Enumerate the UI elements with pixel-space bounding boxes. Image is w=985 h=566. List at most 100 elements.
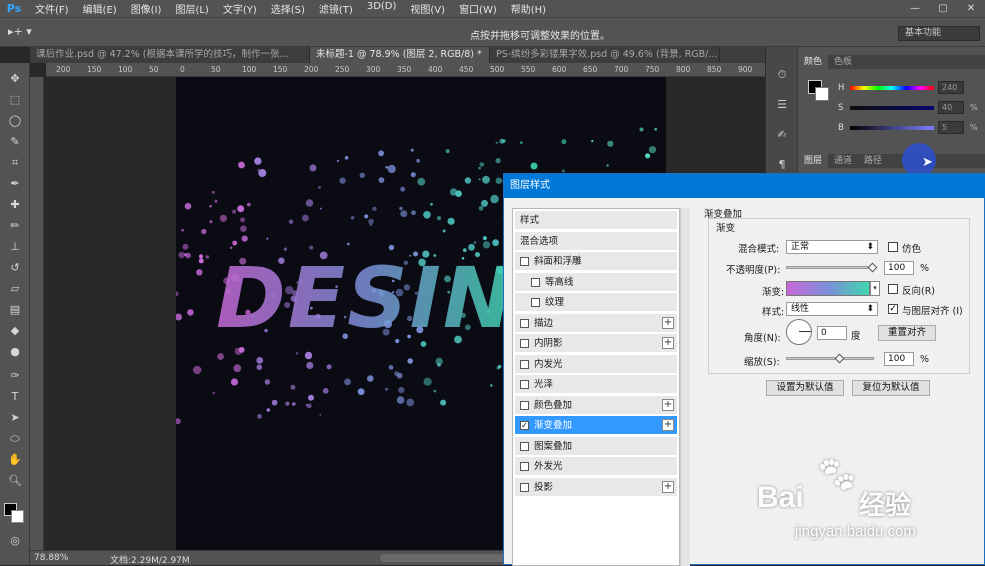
scale-input[interactable]: 100 (884, 352, 914, 366)
tab-layers[interactable]: 图层 (798, 154, 829, 168)
hue-value[interactable]: 240 (938, 81, 964, 94)
menu-item[interactable]: 图层(L) (168, 1, 215, 16)
saturation-value[interactable]: 40 (938, 101, 964, 114)
style-checkbox[interactable] (520, 318, 529, 328)
stamp-tool-icon[interactable]: ⊥ (7, 239, 23, 255)
type-tool-icon[interactable]: T (7, 389, 23, 405)
brightness-value[interactable]: 5 (938, 121, 964, 134)
hand-tool-icon[interactable]: ✋ (7, 452, 23, 468)
angle-input[interactable]: 0 (817, 326, 847, 340)
reset-alignment-button[interactable]: 重置对齐 (878, 325, 936, 341)
tab-swatches[interactable]: 色板 (828, 55, 858, 69)
tab-color[interactable]: 颜色 (798, 55, 829, 69)
tab-paths[interactable]: 路径 (858, 154, 888, 168)
make-default-button[interactable]: 设置为默认值 (766, 380, 844, 396)
style-item[interactable]: 光泽 (515, 375, 677, 394)
style-item[interactable]: 混合选项 (515, 231, 677, 251)
tab-document-3[interactable]: PS-缤纷多彩镂果字效.psd @ 49.6% (背景, RGB/... (490, 47, 720, 63)
blur-tool-icon[interactable]: ◆ (7, 323, 23, 339)
tab-channels[interactable]: 通道 (828, 154, 858, 168)
color-panel-background[interactable] (815, 87, 829, 101)
eraser-tool-icon[interactable]: ▱ (7, 281, 23, 297)
opacity-input[interactable]: 100 (884, 261, 914, 275)
marquee-tool-icon[interactable]: ⬚ (7, 92, 23, 108)
history-brush-tool-icon[interactable]: ↺ (7, 260, 23, 276)
menu-item[interactable]: 文件(F) (28, 1, 76, 16)
style-checkbox[interactable] (520, 257, 529, 266)
style-checkbox[interactable] (520, 482, 529, 492)
style-checkbox[interactable] (520, 339, 529, 348)
dither-checkbox[interactable] (888, 242, 898, 252)
shape-tool-icon[interactable]: ⬭ (7, 431, 23, 447)
brush-tool-icon[interactable]: ✏ (7, 218, 23, 234)
style-item[interactable]: 等高线 (515, 272, 677, 292)
saturation-slider[interactable] (850, 106, 934, 110)
pen-tool-icon[interactable]: ✑ (7, 368, 23, 384)
dodge-tool-icon[interactable]: ● (7, 344, 23, 360)
style-checkbox[interactable] (531, 277, 540, 287)
style-checkbox[interactable] (520, 380, 529, 389)
style-item[interactable]: 图案叠加 (515, 436, 677, 456)
menu-item[interactable]: 图像(I) (124, 1, 169, 16)
menu-item[interactable]: 编辑(E) (76, 1, 124, 16)
properties-panel-icon[interactable]: ☰ (774, 97, 790, 113)
style-checkbox[interactable] (520, 441, 529, 451)
tool-preset-picker[interactable]: ▸+ ▾ (8, 25, 32, 38)
style-checkbox[interactable] (531, 298, 540, 307)
style-item[interactable]: 投影 + (515, 477, 677, 497)
document-size[interactable]: 文档:2.29M/2.97M (110, 553, 190, 566)
minimize-button[interactable]: — (901, 0, 929, 17)
menu-item[interactable]: 帮助(H) (504, 1, 553, 16)
style-item[interactable]: 颜色叠加 + (515, 395, 677, 415)
gradient-style-select[interactable]: 线性 ⬍ (786, 302, 878, 316)
add-style-instance-button[interactable]: + (662, 419, 674, 431)
menu-item[interactable]: 滤镜(T) (312, 1, 360, 16)
eyedropper-tool-icon[interactable]: ✒ (7, 176, 23, 192)
hue-slider[interactable] (850, 86, 934, 90)
style-item[interactable]: 描边 + (515, 313, 677, 333)
tab-document-1[interactable]: 课后作业.psd @ 47.2% (根据本课所学的技巧，制作一张... (30, 47, 310, 63)
add-style-instance-button[interactable]: + (662, 480, 674, 493)
workspace-select[interactable]: 基本功能 (898, 26, 980, 41)
dialog-title[interactable]: 图层样式 (504, 174, 985, 198)
menu-item[interactable]: 窗口(W) (452, 1, 504, 16)
tab-document-2[interactable]: 未标题-1 @ 78.9% (图层 2, RGB/8) * (310, 47, 490, 63)
healing-tool-icon[interactable]: ✚ (7, 197, 23, 213)
quick-mask-icon[interactable]: ◎ (7, 533, 23, 549)
add-style-instance-button[interactable]: + (662, 316, 674, 329)
brush-panel-icon[interactable]: ✍ (774, 127, 790, 143)
scale-slider[interactable] (786, 357, 874, 360)
style-item[interactable]: 纹理 (515, 293, 677, 312)
menu-item[interactable]: 3D(D) (360, 1, 404, 16)
style-checkbox[interactable] (520, 359, 529, 369)
add-style-instance-button[interactable]: + (662, 337, 674, 349)
menu-item[interactable]: 文字(Y) (216, 1, 264, 16)
menu-item[interactable]: 选择(S) (264, 1, 312, 16)
angle-dial[interactable] (786, 319, 812, 345)
menu-item[interactable]: 视图(V) (403, 1, 452, 16)
brightness-slider[interactable] (850, 126, 934, 130)
style-item[interactable]: 外发光 (515, 457, 677, 476)
background-color-swatch[interactable] (11, 510, 24, 523)
style-item[interactable]: 内发光 (515, 354, 677, 374)
maximize-button[interactable]: ▢ (929, 0, 957, 17)
gradient-dropdown-arrow-icon[interactable]: ▾ (870, 281, 880, 296)
history-panel-icon[interactable]: ⏱ (774, 67, 790, 83)
reset-default-button[interactable]: 复位为默认值 (852, 380, 930, 396)
add-style-instance-button[interactable]: + (662, 398, 674, 411)
gradient-tool-icon[interactable]: ▤ (7, 302, 23, 318)
zoom-readout[interactable]: 78.88% (34, 553, 68, 563)
style-checkbox[interactable] (520, 400, 529, 410)
paragraph-panel-icon[interactable]: ¶ (774, 157, 790, 173)
blend-mode-select[interactable]: 正常 ⬍ (786, 240, 878, 254)
quick-select-tool-icon[interactable]: ✎ (7, 134, 23, 150)
crop-tool-icon[interactable]: ⌗ (7, 155, 23, 171)
reverse-checkbox[interactable] (888, 284, 898, 294)
style-item[interactable]: 样式 (515, 211, 677, 230)
gradient-preview[interactable] (786, 281, 870, 296)
close-button[interactable]: ✕ (957, 0, 985, 17)
style-checkbox[interactable]: ✓ (520, 421, 529, 430)
zoom-tool-icon[interactable]: 🔍︎ (7, 473, 23, 489)
style-item[interactable]: ✓ 渐变叠加 + (515, 416, 677, 435)
opacity-slider[interactable] (786, 266, 874, 269)
